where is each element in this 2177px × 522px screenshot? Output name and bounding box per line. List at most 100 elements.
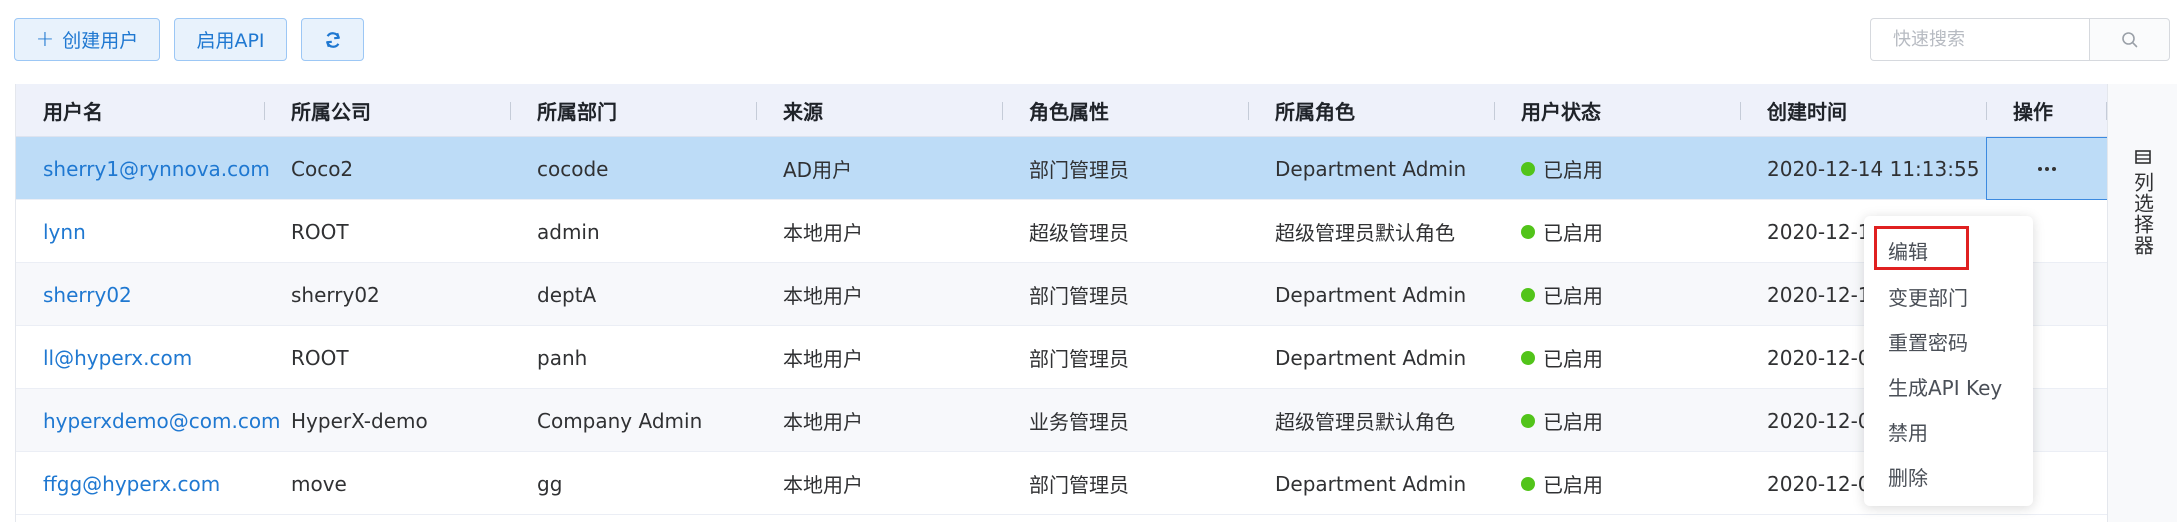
- column-chooser-label: 列选择器: [2130, 172, 2155, 256]
- username-link[interactable]: hyperxdemo@com.com: [43, 389, 281, 452]
- role-cell: Department Admin: [1275, 471, 1467, 496]
- search-input[interactable]: [1870, 18, 2089, 61]
- username-link[interactable]: sherry02: [43, 263, 132, 326]
- company-cell: ROOT: [291, 219, 349, 244]
- column-resizer[interactable]: [264, 102, 265, 120]
- status-label: 已启用: [1543, 347, 1603, 371]
- user-table: 用户名 所属公司 所属部门 来源 角色属性 所属角色 用户状态 创建时间 操作 …: [15, 84, 2107, 522]
- role-attr-cell: 部门管理员: [1029, 473, 1129, 497]
- header-created[interactable]: 创建时间: [1767, 84, 1847, 137]
- column-chooser-button[interactable]: 列选择器: [2128, 150, 2158, 256]
- source-cell: 本地用户: [783, 221, 863, 245]
- table-row[interactable]: ffgg@hyperx.com move gg 本地用户 部门管理员 Depar…: [16, 452, 2107, 515]
- department-cell: admin: [537, 219, 600, 244]
- role-cell: 超级管理员默认角色: [1275, 410, 1455, 434]
- status-label: 已启用: [1543, 284, 1603, 308]
- menu-item-generate-api-key[interactable]: 生成API Key: [1888, 372, 2002, 401]
- refresh-button[interactable]: [301, 18, 364, 61]
- status-dot-icon: [1521, 476, 1535, 491]
- company-cell: HyperX-demo: [291, 408, 428, 433]
- company-cell: move: [291, 471, 347, 496]
- created-cell: 2020-12-1: [1767, 219, 1871, 244]
- status-dot-icon: [1521, 350, 1535, 365]
- status-label: 已启用: [1543, 158, 1603, 182]
- menu-item-change-department[interactable]: 变更部门: [1888, 282, 1968, 311]
- header-status[interactable]: 用户状态: [1521, 84, 1601, 137]
- search-box: [1870, 18, 2170, 61]
- header-department[interactable]: 所属部门: [537, 84, 617, 137]
- row-actions-button[interactable]: [1986, 137, 2107, 200]
- status-dot-icon: [1521, 287, 1535, 302]
- source-cell: 本地用户: [783, 410, 863, 434]
- columns-icon: [2135, 150, 2151, 164]
- create-user-label: 创建用户: [62, 30, 139, 52]
- status-cell: 已启用: [1521, 389, 1603, 452]
- status-cell: 已启用: [1521, 263, 1603, 326]
- menu-item-delete[interactable]: 删除: [1888, 462, 1928, 491]
- status-label: 已启用: [1543, 410, 1603, 434]
- menu-item-reset-password[interactable]: 重置密码: [1888, 327, 1968, 356]
- table-row[interactable]: lynn ROOT admin 本地用户 超级管理员 超级管理员默认角色 已启用…: [16, 200, 2107, 263]
- table-row[interactable]: ll@hyperx.com ROOT panh 本地用户 部门管理员 Depar…: [16, 326, 2107, 389]
- column-resizer[interactable]: [1986, 102, 1987, 120]
- status-cell: 已启用: [1521, 452, 1603, 515]
- status-label: 已启用: [1543, 473, 1603, 497]
- column-resizer[interactable]: [1248, 102, 1249, 120]
- plus-icon: +: [35, 26, 55, 52]
- role-cell: Department Admin: [1275, 345, 1467, 370]
- create-user-button[interactable]: + 创建用户: [14, 18, 160, 61]
- department-cell: panh: [537, 345, 588, 370]
- table-row[interactable]: hyperxdemo@com.com HyperX-demo Company A…: [16, 389, 2107, 452]
- status-cell: 已启用: [1521, 200, 1603, 263]
- company-cell: Coco2: [291, 156, 354, 181]
- table-row[interactable]: sherry1@rynnova.com Coco2 cocode AD用户 部门…: [16, 137, 2107, 200]
- role-attr-cell: 部门管理员: [1029, 347, 1129, 371]
- created-cell: 2020-12-0: [1767, 471, 1871, 496]
- search-button[interactable]: [2089, 18, 2170, 61]
- company-cell: ROOT: [291, 345, 349, 370]
- created-cell: 2020-12-0: [1767, 345, 1871, 370]
- source-cell: AD用户: [783, 158, 853, 182]
- column-resizer[interactable]: [1494, 102, 1495, 120]
- company-cell: sherry02: [291, 282, 380, 307]
- status-dot-icon: [1521, 413, 1535, 428]
- username-link[interactable]: ffgg@hyperx.com: [43, 452, 220, 515]
- menu-item-disable[interactable]: 禁用: [1888, 417, 1928, 446]
- department-cell: Company Admin: [537, 408, 703, 433]
- role-attr-cell: 业务管理员: [1029, 410, 1129, 434]
- source-cell: 本地用户: [783, 347, 863, 371]
- role-cell: 超级管理员默认角色: [1275, 221, 1455, 245]
- status-dot-icon: [1521, 224, 1535, 239]
- username-link[interactable]: lynn: [43, 200, 86, 263]
- status-cell: 已启用: [1521, 326, 1603, 389]
- created-cell: 2020-12-14 11:13:55: [1767, 156, 1980, 181]
- enable-api-button[interactable]: 启用API: [174, 18, 287, 61]
- created-cell: 2020-12-0: [1767, 408, 1871, 433]
- username-link[interactable]: ll@hyperx.com: [43, 326, 192, 389]
- header-actions: 操作: [2013, 100, 2053, 124]
- column-resizer[interactable]: [510, 102, 511, 120]
- header-role-attr[interactable]: 角色属性: [1029, 84, 1109, 137]
- column-resizer[interactable]: [756, 102, 757, 120]
- status-label: 已启用: [1543, 221, 1603, 245]
- department-cell: deptA: [537, 282, 597, 307]
- source-cell: 本地用户: [783, 473, 863, 497]
- role-attr-cell: 超级管理员: [1029, 221, 1129, 245]
- header-username[interactable]: 用户名: [43, 84, 103, 137]
- menu-item-edit[interactable]: 编辑: [1888, 236, 1928, 265]
- status-cell: 已启用: [1521, 137, 1603, 200]
- column-resizer[interactable]: [1740, 102, 1741, 120]
- created-cell: 2020-12-1: [1767, 282, 1871, 307]
- header-role[interactable]: 所属角色: [1275, 84, 1355, 137]
- source-cell: 本地用户: [783, 284, 863, 308]
- department-cell: gg: [537, 471, 563, 496]
- status-dot-icon: [1521, 161, 1535, 176]
- role-attr-cell: 部门管理员: [1029, 158, 1129, 182]
- role-cell: Department Admin: [1275, 282, 1467, 307]
- refresh-icon: [325, 31, 340, 48]
- header-source[interactable]: 来源: [783, 84, 823, 137]
- table-row[interactable]: sherry02 sherry02 deptA 本地用户 部门管理员 Depar…: [16, 263, 2107, 326]
- header-company[interactable]: 所属公司: [291, 84, 371, 137]
- column-resizer[interactable]: [1002, 102, 1003, 120]
- username-link[interactable]: sherry1@rynnova.com: [43, 137, 270, 200]
